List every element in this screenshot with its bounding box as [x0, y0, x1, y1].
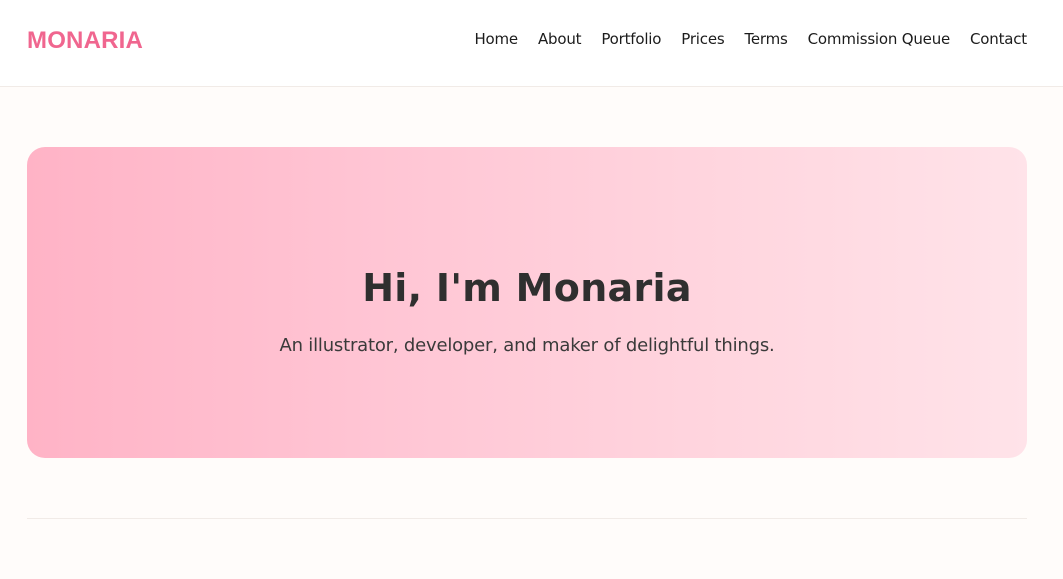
section-divider	[27, 518, 1027, 519]
hero-title: Hi, I'm Monaria	[362, 266, 692, 310]
nav-item-commission-queue: Commission Queue	[788, 30, 951, 48]
nav-item-about: About	[518, 30, 582, 48]
nav-link-portfolio[interactable]: Portfolio	[601, 30, 661, 48]
site-header: MONARIA Home About Portfolio Prices Term…	[0, 0, 1063, 87]
nav-link-commission-queue[interactable]: Commission Queue	[808, 30, 951, 48]
nav-list: Home About Portfolio Prices Terms Commis…	[454, 30, 1027, 48]
nav-item-home: Home	[454, 30, 518, 48]
nav-link-contact[interactable]: Contact	[970, 30, 1027, 48]
nav-item-contact: Contact	[950, 30, 1027, 48]
nav-link-prices[interactable]: Prices	[681, 30, 724, 48]
nav-link-home[interactable]: Home	[474, 30, 518, 48]
nav-link-terms[interactable]: Terms	[744, 30, 787, 48]
nav-item-portfolio: Portfolio	[581, 30, 661, 48]
nav-item-prices: Prices	[661, 30, 724, 48]
nav-link-about[interactable]: About	[538, 30, 582, 48]
brand-logo-link[interactable]: MONARIA	[27, 27, 143, 55]
hero-banner: Hi, I'm Monaria An illustrator, develope…	[27, 147, 1027, 458]
hero-subtitle: An illustrator, developer, and maker of …	[279, 335, 775, 356]
nav-item-terms: Terms	[724, 30, 787, 48]
